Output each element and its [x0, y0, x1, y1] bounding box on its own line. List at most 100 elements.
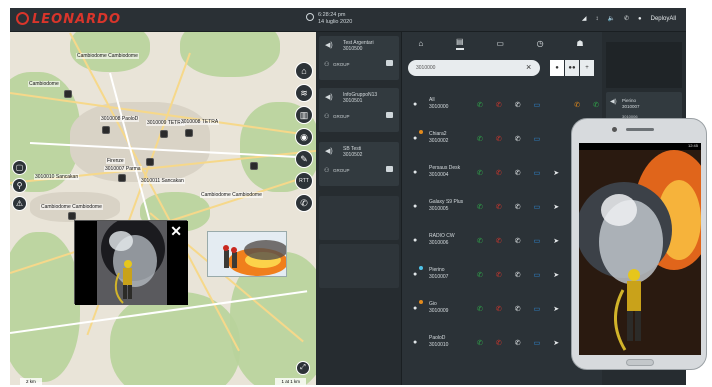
unit-pin[interactable]	[118, 174, 126, 182]
message-icon[interactable]: ▭	[534, 305, 541, 313]
search-input[interactable]	[408, 60, 540, 76]
user-name[interactable]: DeployAll	[651, 16, 676, 22]
video-popup[interactable]: ✕	[74, 217, 188, 305]
tab-home-icon[interactable]: ⌂	[418, 39, 423, 48]
send-icon[interactable]: ➤	[553, 237, 559, 245]
buildings-icon[interactable]: ▥	[295, 106, 313, 124]
unit-pin[interactable]	[146, 158, 154, 166]
brand-name: LEONARDO	[32, 12, 122, 27]
map-label[interactable]: Cambiodome Cambiodome	[40, 204, 103, 210]
phone-icon[interactable]: ✆	[515, 237, 521, 245]
unit-pin[interactable]	[64, 90, 72, 98]
message-icon[interactable]: ▭	[534, 169, 541, 177]
call-icon[interactable]: ✆	[477, 169, 483, 177]
group-card[interactable]: ◀) Test Argentari 3010500 ⚇ GROUP	[319, 36, 399, 80]
close-icon[interactable]: ✕	[170, 223, 182, 240]
contact-row[interactable]: ● All 3010000 ✆ ✆ ✆ ▭ ✆ ✆	[402, 89, 600, 121]
phone-icon[interactable]: ✆	[515, 305, 521, 313]
message-icon[interactable]: ▭	[534, 203, 541, 211]
message-icon[interactable]: ▭	[534, 135, 541, 143]
hangup-icon[interactable]: ✆	[496, 237, 502, 245]
tab-history-icon[interactable]: ◷	[537, 39, 544, 48]
expand-icon[interactable]: ⤢	[296, 361, 310, 375]
message-icon[interactable]: ▭	[534, 339, 541, 347]
map-label[interactable]: 3010007 Parma	[104, 166, 142, 172]
tools-icon[interactable]: ✎	[295, 150, 313, 168]
accept-icon[interactable]: ✆	[593, 101, 599, 109]
speaker-icon[interactable]: ◀)	[325, 147, 333, 155]
call-icon[interactable]: ✆	[477, 271, 483, 279]
call-icon[interactable]: ✆	[477, 203, 483, 211]
map-label[interactable]: 3010008 PaoloD	[100, 116, 140, 122]
map-view[interactable]: Cambiodome Cambiodome Cambiodome 3010009…	[10, 32, 316, 385]
call-icon[interactable]: ✆	[477, 339, 483, 347]
group-card[interactable]: ◀) InfoGruppoN13 3010501 ⚇ GROUP	[319, 88, 399, 132]
map-label[interactable]: 3010011 Sancakan	[140, 178, 185, 184]
clear-search-icon[interactable]: ×	[526, 62, 531, 72]
chat-icon[interactable]: ▢	[12, 160, 27, 175]
phone-icon[interactable]: ✆	[295, 194, 313, 212]
call-icon[interactable]: ✆	[624, 15, 629, 22]
phone-icon[interactable]: ✆	[515, 135, 521, 143]
group-card[interactable]: ◀) SB Testi 3010502 ⚇ GROUP	[319, 142, 399, 186]
message-icon[interactable]	[386, 112, 393, 118]
hangup-icon[interactable]: ✆	[496, 271, 502, 279]
call-icon[interactable]: ✆	[477, 305, 483, 313]
filter-single-icon[interactable]: ●	[550, 60, 564, 76]
location-pin-icon[interactable]: ◉	[295, 128, 313, 146]
volume-icon[interactable]: 🔈	[608, 15, 615, 22]
warning-icon[interactable]: ⚠	[12, 196, 27, 211]
unit-pin[interactable]	[250, 162, 258, 170]
hangup-icon[interactable]: ✆	[496, 135, 502, 143]
call-icon[interactable]: ✆	[477, 135, 483, 143]
phone-icon[interactable]: ✆	[515, 203, 521, 211]
send-icon[interactable]: ➤	[553, 339, 559, 347]
phone-icon[interactable]: ✆	[515, 271, 521, 279]
map-label[interactable]: Cambiodome	[28, 81, 60, 87]
tab-settings-icon[interactable]: ☗	[576, 39, 583, 48]
filter-group-icon[interactable]: ●●	[565, 60, 579, 76]
phone-screen[interactable]: 12:45	[579, 143, 701, 355]
phone-icon[interactable]: ✆	[515, 169, 521, 177]
speaker-icon[interactable]: ◀)	[325, 93, 333, 101]
tab-chat-icon[interactable]: ▭	[496, 39, 504, 48]
hangup-icon[interactable]: ✆	[496, 101, 502, 109]
send-icon[interactable]: ➤	[553, 271, 559, 279]
message-icon[interactable]: ▭	[534, 101, 541, 109]
map-label[interactable]: Cambiodome Cambiodome	[76, 53, 139, 59]
unit-pin[interactable]	[185, 129, 193, 137]
message-icon[interactable]: ▭	[534, 271, 541, 279]
rtt-icon[interactable]: RTT	[295, 172, 313, 190]
filter-add-icon[interactable]: +	[580, 60, 594, 76]
unit-pin[interactable]	[160, 130, 168, 138]
search-icon[interactable]: ⚲	[12, 178, 27, 193]
tab-contacts-icon[interactable]: ▤	[455, 37, 464, 50]
send-icon[interactable]: ➤	[553, 305, 559, 313]
map-label[interactable]: Cambiodome Cambiodome	[200, 192, 263, 198]
speaker-icon[interactable]: ◀)	[610, 98, 617, 105]
hangup-icon[interactable]: ✆	[496, 203, 502, 211]
home-button[interactable]	[626, 359, 654, 366]
hangup-icon[interactable]: ✆	[496, 339, 502, 347]
call-icon[interactable]: ✆	[477, 101, 483, 109]
fire-thumbnail[interactable]	[207, 231, 287, 277]
group-call-icon[interactable]: ✆	[574, 101, 580, 109]
unit-pin[interactable]	[102, 126, 110, 134]
send-icon[interactable]: ➤	[553, 169, 559, 177]
message-icon[interactable]	[386, 166, 393, 172]
hangup-icon[interactable]: ✆	[496, 305, 502, 313]
user-icon[interactable]: ●	[638, 16, 642, 22]
phone-icon[interactable]: ✆	[515, 101, 521, 109]
send-icon[interactable]: ➤	[553, 203, 559, 211]
layers-icon[interactable]: ≋	[295, 84, 313, 102]
hangup-icon[interactable]: ✆	[496, 169, 502, 177]
phone-icon[interactable]: ✆	[515, 339, 521, 347]
speaker-icon[interactable]: ◀)	[325, 41, 333, 49]
message-icon[interactable]	[386, 60, 393, 66]
call-icon[interactable]: ✆	[477, 237, 483, 245]
map-label[interactable]: 3010008 TETRA	[180, 119, 220, 125]
map-label[interactable]: 3010010 Sancakan	[34, 174, 80, 180]
message-icon[interactable]: ▭	[534, 237, 541, 245]
home-icon[interactable]: ⌂	[295, 62, 313, 80]
unit-pin[interactable]	[68, 212, 76, 220]
